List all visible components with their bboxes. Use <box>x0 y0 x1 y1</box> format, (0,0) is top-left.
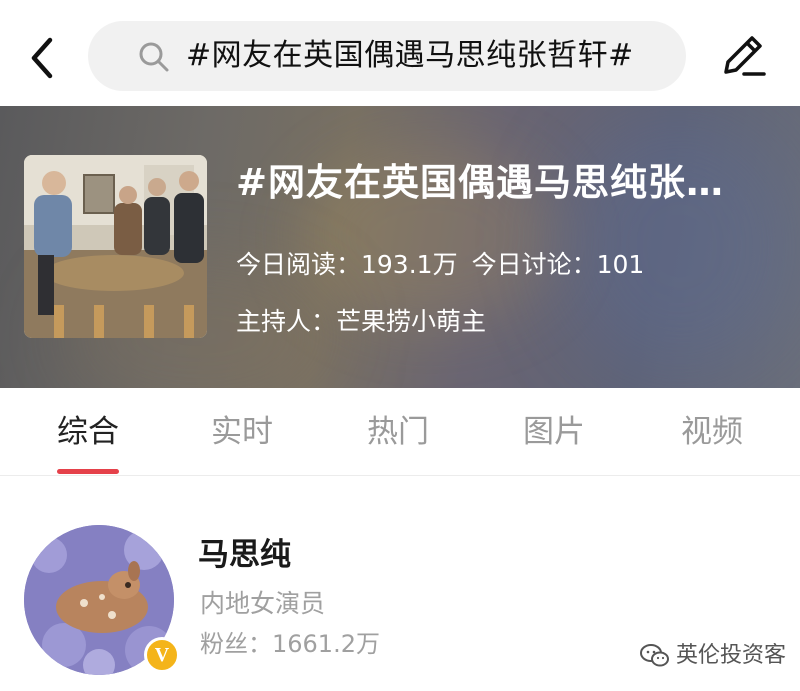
user-name[interactable]: 马思纯 <box>198 533 291 577</box>
topic-cover-photo[interactable] <box>24 155 207 338</box>
tab-images[interactable]: 图片 <box>494 410 614 454</box>
edit-button[interactable] <box>716 28 772 84</box>
tab-comprehensive[interactable]: 综合 <box>28 410 148 454</box>
wechat-icon <box>640 644 669 667</box>
active-tab-indicator <box>57 469 119 474</box>
watermark: 英伦投资客 <box>640 636 786 676</box>
top-bar: #网友在英国偶遇马思纯张哲轩# <box>0 0 800 106</box>
back-icon <box>31 37 53 79</box>
topic-stats: 今日阅读：193.1万 今日讨论：101 <box>236 248 658 282</box>
tab-realtime[interactable]: 实时 <box>182 410 302 454</box>
topic-title: #网友在英国偶遇马思纯张… <box>236 161 725 204</box>
tab-bar: 综合 实时 热门 图片 视频 <box>0 388 800 476</box>
topic-host[interactable]: 主持人：芒果捞小萌主 <box>236 305 486 339</box>
user-description: 内地女演员 <box>200 589 326 618</box>
verified-badge-icon: V <box>144 637 180 673</box>
back-button[interactable] <box>22 32 62 84</box>
read-count: 今日阅读：193.1万 <box>236 250 458 279</box>
search-icon <box>139 42 169 72</box>
tab-videos[interactable]: 视频 <box>652 410 772 454</box>
search-query[interactable]: #网友在英国偶遇马思纯张哲轩# <box>186 35 634 77</box>
search-bar[interactable]: #网友在英国偶遇马思纯张哲轩# <box>88 21 686 91</box>
tab-popular[interactable]: 热门 <box>338 410 458 454</box>
edit-icon <box>724 36 766 76</box>
user-fans-count: 粉丝：1661.2万 <box>200 630 380 658</box>
topic-banner: #网友在英国偶遇马思纯张… 今日阅读：193.1万 今日讨论：101 主持人：芒果… <box>0 106 800 388</box>
discuss-count: 今日讨论：101 <box>471 250 645 279</box>
watermark-text: 英伦投资客 <box>676 643 787 668</box>
